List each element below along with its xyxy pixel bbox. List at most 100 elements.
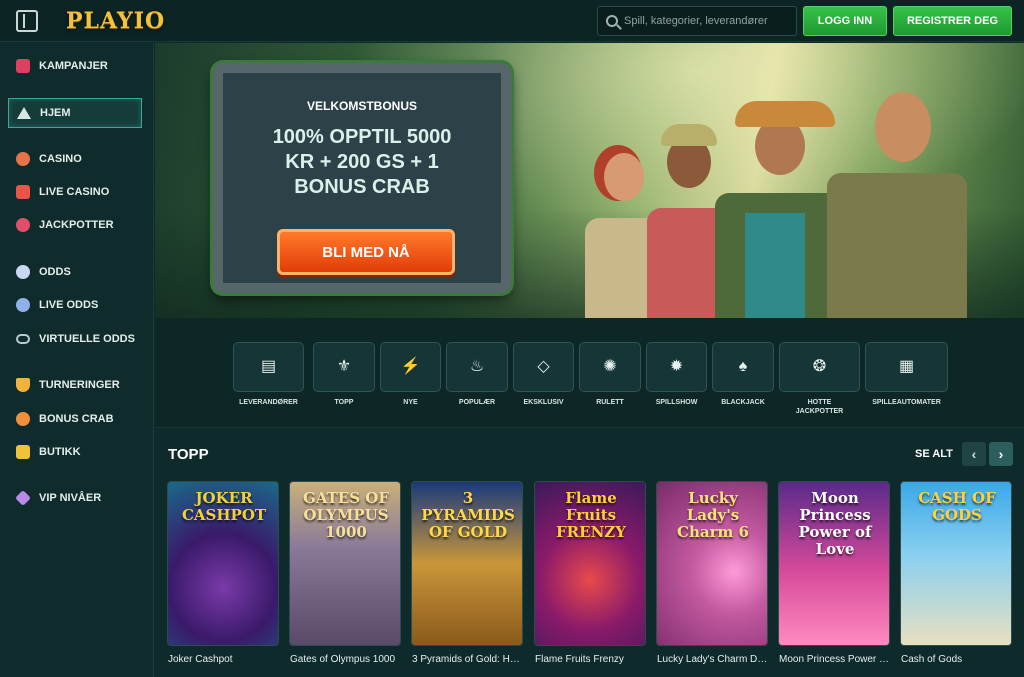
category-label: HOTTE JACKPOTTER bbox=[779, 398, 860, 416]
game-name[interactable]: Cash of Gods bbox=[901, 654, 1013, 665]
category-label: NYE bbox=[403, 399, 418, 406]
slot-777-icon: ▦ bbox=[898, 358, 915, 375]
crab-icon bbox=[16, 412, 30, 426]
game-name[interactable]: Flame Fruits Frenzy bbox=[535, 654, 647, 665]
game-card[interactable]: Lucky Lady's Charm 6 bbox=[656, 481, 768, 646]
sidebar-item-live-casino[interactable]: LIVE CASINO bbox=[8, 177, 142, 207]
category-label: BLACKJACK bbox=[721, 399, 765, 406]
game-art-title: GATES OF OLYMPUS 1000 bbox=[303, 489, 389, 541]
bonus-frame: VELKOMSTBONUS 100% OPPTIL 5000 KR + 200 … bbox=[213, 63, 511, 293]
sidebar-item-label: HJEM bbox=[40, 107, 71, 119]
sidebar-item-live-odds[interactable]: LIVE ODDS bbox=[8, 290, 142, 320]
category-label: EKSKLUSIV bbox=[523, 399, 564, 406]
logo[interactable]: PLAYIO bbox=[66, 8, 165, 34]
register-button[interactable]: REGISTRER DEG bbox=[893, 6, 1012, 36]
sidebar-item-hjem[interactable]: HJEM bbox=[8, 98, 142, 128]
category-populaer[interactable]: ♨ bbox=[446, 342, 508, 392]
sidebar-item-label: CASINO bbox=[39, 153, 82, 165]
sidebar-item-bonus-crab[interactable]: BONUS CRAB bbox=[8, 404, 142, 434]
explorer-man-bald-image bbox=[827, 68, 967, 318]
sidebar-item-turneringer[interactable]: TURNERINGER bbox=[8, 370, 142, 400]
category-label: POPULÆR bbox=[458, 399, 496, 406]
category-nye[interactable]: ⚡ bbox=[380, 342, 441, 392]
category-label-line: JACKPOTTER bbox=[795, 408, 844, 415]
game-name[interactable]: Moon Princess Power of … bbox=[779, 654, 891, 665]
sidebar-item-label: LIVE CASINO bbox=[39, 186, 110, 198]
sidebar-item-virtuelle-odds[interactable]: VIRTUELLE ODDS bbox=[8, 324, 142, 354]
game-art-title: JOKER CASHPOT bbox=[181, 489, 267, 524]
sidebar-item-label: TURNERINGER bbox=[39, 379, 120, 391]
category-spilleautomater[interactable]: ▦ bbox=[865, 342, 948, 392]
sidebar-item-label: BONUS CRAB bbox=[39, 413, 114, 425]
game-name[interactable]: Gates of Olympus 1000 bbox=[290, 654, 402, 665]
next-arrow-icon[interactable]: › bbox=[989, 442, 1013, 466]
game-card[interactable]: 3 PYRAMIDS OF GOLD bbox=[411, 481, 523, 646]
game-card[interactable]: Flame Fruits FRENZY bbox=[534, 481, 646, 646]
sidebar-item-label: VIP NIVÅER bbox=[39, 492, 102, 504]
game-name[interactable]: 3 Pyramids of Gold: Hold… bbox=[412, 654, 524, 665]
bonus-offer: 100% OPPTIL 5000 KR + 200 GS + 1 BONUS C… bbox=[233, 125, 491, 200]
document-icon: ▤ bbox=[260, 358, 277, 375]
sidebar-item-kampanjer[interactable]: KAMPANJER bbox=[8, 51, 142, 81]
roulette-icon: ✺ bbox=[603, 358, 617, 375]
diamond-icon: ◇ bbox=[537, 358, 550, 375]
game-card[interactable]: CASH OF GODS bbox=[900, 481, 1012, 646]
hot-jackpot-icon: ❂ bbox=[812, 358, 827, 375]
sidebar-item-label: KAMPANJER bbox=[39, 60, 108, 72]
game-name[interactable]: Joker Cashpot bbox=[168, 654, 280, 665]
category-label: SPILLSHOW bbox=[655, 399, 698, 406]
see-all-link[interactable]: SE ALT bbox=[915, 448, 953, 460]
category-topp[interactable]: ⚜ bbox=[313, 342, 375, 392]
search-box[interactable] bbox=[597, 6, 797, 36]
category-leverandorer[interactable]: ▤ bbox=[233, 342, 304, 392]
bonus-line: BONUS CRAB bbox=[294, 176, 430, 198]
category-rulett[interactable]: ✺ bbox=[579, 342, 641, 392]
lightning-icon: ⚡ bbox=[400, 358, 421, 375]
sidebar-item-label: VIRTUELLE ODDS bbox=[39, 333, 135, 345]
category-label-line: HOTTE bbox=[807, 399, 832, 406]
home-icon bbox=[17, 107, 31, 119]
prev-arrow-icon[interactable]: ‹ bbox=[962, 442, 986, 466]
wheel-icon: ✹ bbox=[669, 358, 684, 375]
category-label: LEVERANDØRER bbox=[239, 399, 298, 406]
sidebar-item-vip[interactable]: VIP NIVÅER bbox=[8, 483, 142, 513]
login-button[interactable]: LOGG INN bbox=[803, 6, 887, 36]
welcome-banner[interactable]: VELKOMSTBONUS 100% OPPTIL 5000 KR + 200 … bbox=[155, 43, 1024, 318]
sidebar-item-butikk[interactable]: BUTIKK bbox=[8, 437, 142, 467]
soccer-ball-icon bbox=[16, 265, 30, 279]
category-eksklusiv[interactable]: ◇ bbox=[513, 342, 574, 392]
spade-icon: ♠ bbox=[738, 358, 748, 375]
live-ball-icon bbox=[16, 298, 30, 312]
sidebar-item-casino[interactable]: CASINO bbox=[8, 144, 142, 174]
live-cards-icon bbox=[16, 185, 30, 199]
search-icon bbox=[606, 15, 618, 27]
game-card[interactable]: Moon Princess Power of Love bbox=[778, 481, 890, 646]
search-input[interactable] bbox=[624, 15, 784, 27]
sidebar: KAMPANJER HJEM CASINO LIVE CASINO JACKPO… bbox=[0, 43, 154, 677]
category-spillshow[interactable]: ✹ bbox=[646, 342, 707, 392]
category-label: TOPP bbox=[334, 399, 354, 406]
game-name[interactable]: Lucky Lady's Charm Delu… bbox=[657, 654, 769, 665]
game-art-title: CASH OF GODS bbox=[918, 489, 996, 524]
join-now-button[interactable]: BLI MED NÅ bbox=[277, 229, 455, 275]
sidebar-item-jackpotter[interactable]: JACKPOTTER bbox=[8, 210, 142, 240]
category-label: RULETT bbox=[596, 399, 624, 406]
category-blackjack[interactable]: ♠ bbox=[712, 342, 774, 392]
category-strip: ▤ LEVERANDØRER ⚜ TOPP ⚡ NYE ♨ POPULÆR ◇ … bbox=[155, 318, 1024, 428]
game-art-title: 3 PYRAMIDS OF GOLD bbox=[421, 489, 515, 541]
sidebar-item-label: BUTIKK bbox=[39, 446, 81, 458]
sidebar-item-odds[interactable]: ODDS bbox=[8, 257, 142, 287]
top-bar: PLAYIO LOGG INN REGISTRER DEG bbox=[0, 0, 1024, 42]
game-art-title: Moon Princess Power of Love bbox=[798, 489, 872, 558]
category-label: SPILLEAUTOMATER bbox=[872, 399, 941, 406]
category-hotte-jackpotter[interactable]: ❂ bbox=[779, 342, 860, 392]
game-card[interactable]: GATES OF OLYMPUS 1000 bbox=[289, 481, 401, 646]
clover-icon bbox=[16, 218, 30, 232]
casino-chip-icon bbox=[16, 152, 30, 166]
bonus-line: 100% OPPTIL 5000 bbox=[272, 126, 452, 148]
bonus-title: VELKOMSTBONUS bbox=[306, 99, 417, 113]
sidebar-toggle-icon[interactable] bbox=[16, 9, 38, 32]
fleur-icon: ⚜ bbox=[336, 358, 352, 375]
game-card[interactable]: JOKER CASHPOT bbox=[167, 481, 279, 646]
shopping-bag-icon bbox=[16, 445, 30, 459]
